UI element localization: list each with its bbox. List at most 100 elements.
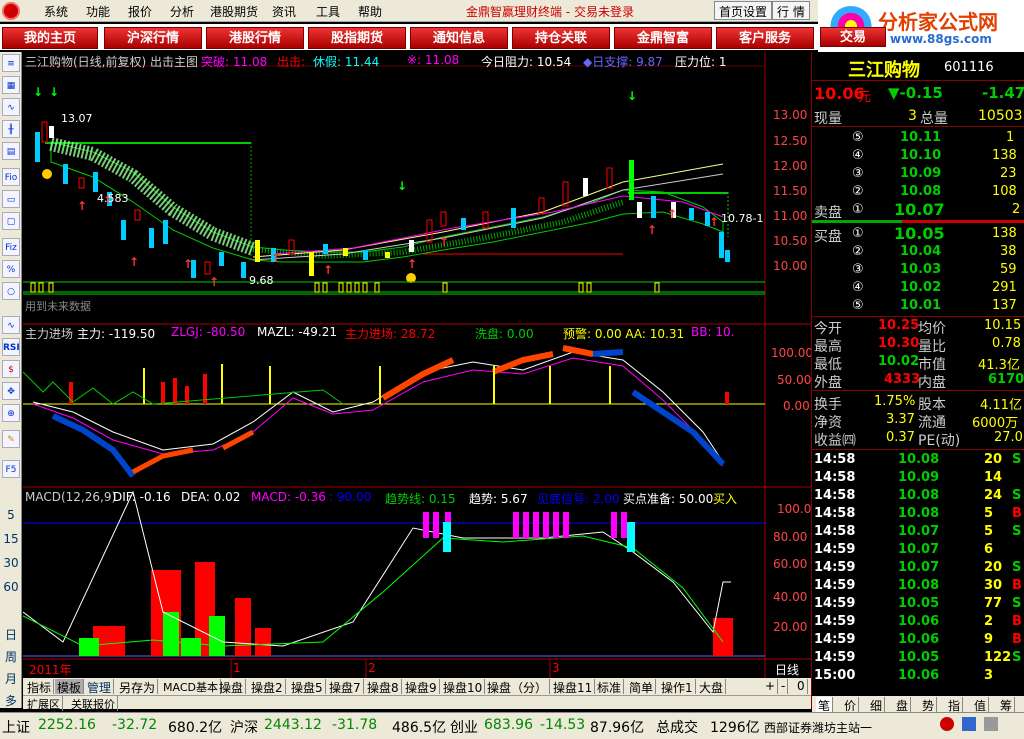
- period-5min[interactable]: 5: [0, 508, 22, 522]
- nav-sh-sz[interactable]: 沪深行情: [104, 27, 202, 49]
- tab-market[interactable]: 大盘: [697, 679, 727, 695]
- ind1-mazl: MAZL: -49.21: [257, 325, 338, 339]
- percent-icon[interactable]: %: [2, 260, 20, 278]
- menu-hk-futures[interactable]: 港股期货: [210, 3, 258, 20]
- tab-caopan7[interactable]: 操盘7: [327, 679, 364, 695]
- chart-canvas[interactable]: ↓ ↓ ↓ ↓ ↑ ↑ ↑ ↑ ↑ ↑ ↑ ↑ ↑ ↑ ↑ ↑: [23, 52, 811, 678]
- tab-related-quote[interactable]: 关联报价: [69, 696, 118, 711]
- tab-extension[interactable]: 扩展区: [25, 696, 63, 711]
- period-multi[interactable]: 多: [0, 692, 22, 709]
- window-icon[interactable]: [962, 717, 976, 731]
- tab-macd[interactable]: MACD基本: [161, 679, 221, 694]
- tab-caopan-fen[interactable]: 操盘（分）: [485, 679, 551, 695]
- tab-save-as[interactable]: 另存为: [117, 679, 159, 695]
- nav-index-futures[interactable]: 股指期货: [308, 27, 406, 49]
- tab-pan[interactable]: 盘: [894, 697, 912, 713]
- tab-chou[interactable]: 筹: [998, 697, 1016, 713]
- menu-tools[interactable]: 工具: [316, 3, 340, 20]
- y-tick: 50.00: [777, 373, 812, 387]
- tab-simple[interactable]: 简单: [627, 679, 657, 695]
- period-60min[interactable]: 60: [0, 580, 22, 594]
- menu-help[interactable]: 帮助: [358, 3, 382, 20]
- tab-caopan2[interactable]: 操盘2: [249, 679, 286, 695]
- tab-bi[interactable]: 笔: [816, 697, 834, 713]
- main-chart-title: 三江购物(日线,前复权) 出击主图: [25, 55, 198, 69]
- tab-shi[interactable]: 势: [920, 697, 938, 713]
- zoom-out-button[interactable]: -: [779, 679, 789, 694]
- tab-indicator[interactable]: 指标: [25, 679, 55, 695]
- ind2-dif: DIF: -0.16: [113, 490, 171, 504]
- period-month[interactable]: 月: [0, 670, 22, 687]
- svg-text:↑: ↑: [271, 251, 281, 265]
- rsi-icon[interactable]: RSI: [2, 338, 20, 356]
- bid-level: ⑤: [852, 298, 864, 313]
- tab-template[interactable]: 模板: [55, 679, 85, 695]
- search-icon[interactable]: ○: [2, 282, 20, 300]
- pencil-icon[interactable]: ✎: [2, 430, 20, 448]
- document-icon[interactable]: ▭: [2, 190, 20, 208]
- menu-info[interactable]: 资讯: [272, 3, 296, 20]
- menu-analysis[interactable]: 分析: [170, 3, 194, 20]
- tab-caopan8[interactable]: 操盘8: [365, 679, 402, 695]
- tick-side: S: [1012, 488, 1022, 503]
- period-day[interactable]: 日: [0, 626, 22, 643]
- nav-notice[interactable]: 通知信息: [410, 27, 508, 49]
- nav-jinding[interactable]: 金鼎智富: [614, 27, 712, 49]
- tab-caopan11[interactable]: 操盘11: [551, 679, 596, 695]
- chart-area[interactable]: ↓ ↓ ↓ ↓ ↑ ↑ ↑ ↑ ↑ ↑ ↑ ↑ ↑ ↑ ↑ ↑ 三江购物(日线,…: [23, 52, 813, 678]
- page-icon[interactable]: ▢: [2, 212, 20, 230]
- nav-trade[interactable]: 交易: [820, 27, 886, 47]
- quote-button[interactable]: 行 情: [772, 1, 810, 20]
- kline-icon[interactable]: ╫: [2, 120, 20, 138]
- period-week[interactable]: 周: [0, 648, 22, 665]
- tick-price: 10.08: [898, 452, 940, 467]
- tab-jia[interactable]: 价: [842, 697, 860, 713]
- zoom-in-button[interactable]: +: [763, 679, 779, 694]
- tab-zhi2[interactable]: 值: [972, 697, 990, 713]
- nav-hk[interactable]: 港股行情: [206, 27, 304, 49]
- line-chart-icon[interactable]: ∿: [2, 98, 20, 116]
- zoom-icon[interactable]: ⊕: [2, 404, 20, 422]
- tick-list[interactable]: 14:58 10.08 20 S 14:58 10.09 14 14:58 10.08 24 S 14…: [812, 452, 1024, 688]
- tab-standard[interactable]: 标准: [595, 679, 625, 695]
- svg-text:↑: ↑: [407, 257, 417, 271]
- dollar-icon[interactable]: $: [2, 360, 20, 378]
- nav-holdings[interactable]: 持仓关联: [512, 27, 610, 49]
- nav-service[interactable]: 客户服务: [716, 27, 814, 49]
- menu-system[interactable]: 系统: [44, 3, 68, 20]
- tab-zhi[interactable]: 指: [946, 697, 964, 713]
- tab-xi[interactable]: 细: [868, 697, 886, 713]
- tab-op1[interactable]: 操作1: [659, 679, 696, 695]
- period-15min[interactable]: 15: [0, 532, 22, 546]
- tick-price: 10.06: [898, 614, 940, 629]
- settings-icon[interactable]: [984, 717, 998, 731]
- list-view-icon[interactable]: ≡: [2, 54, 20, 72]
- tab-caopan[interactable]: 操盘: [217, 679, 247, 695]
- price-unit: 元: [858, 90, 872, 105]
- tab-caopan10[interactable]: 操盘10: [441, 679, 486, 695]
- menu-function[interactable]: 功能: [86, 3, 110, 20]
- fio-icon[interactable]: Fio: [2, 168, 20, 186]
- app-logo-icon[interactable]: [2, 2, 20, 20]
- indicator-icon[interactable]: ∿: [2, 316, 20, 334]
- period-30min[interactable]: 30: [0, 556, 22, 570]
- tick-volume: 20: [984, 560, 1003, 575]
- move-icon[interactable]: ✥: [2, 382, 20, 400]
- ind1-zl: 主力: -119.50: [77, 327, 156, 341]
- fiz-icon[interactable]: Fiz: [2, 238, 20, 256]
- grid-view-icon[interactable]: ▦: [2, 76, 20, 94]
- tick-volume: 122: [984, 650, 1012, 665]
- alert-icon[interactable]: [940, 717, 954, 731]
- server-site: 西部证券潍坊主站一: [764, 721, 873, 735]
- home-settings-button[interactable]: 首页设置: [714, 1, 773, 20]
- f5-icon[interactable]: F5: [2, 460, 20, 478]
- menu-quote[interactable]: 报价: [128, 3, 152, 20]
- chart-grid-icon[interactable]: ▤: [2, 142, 20, 160]
- tab-manage[interactable]: 管理: [85, 679, 115, 695]
- tab-caopan9[interactable]: 操盘9: [403, 679, 440, 695]
- nav-my-home[interactable]: 我的主页: [2, 27, 98, 49]
- tab-caopan5[interactable]: 操盘5: [289, 679, 326, 695]
- stat-label: 净资: [814, 415, 842, 431]
- reset-button[interactable]: 0: [795, 679, 808, 694]
- stat-value: 10.02: [878, 354, 920, 369]
